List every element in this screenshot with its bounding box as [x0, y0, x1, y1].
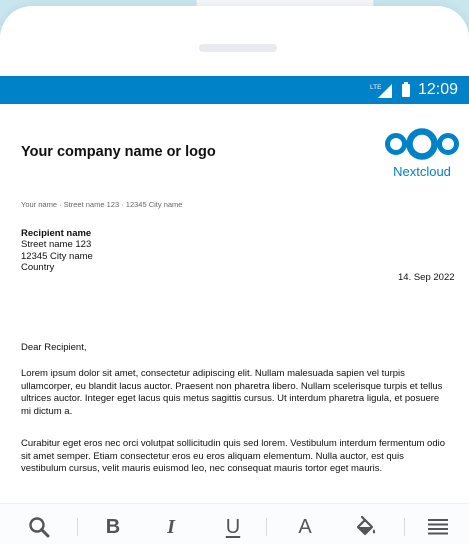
toolbar-separator: [77, 518, 78, 536]
nextcloud-logo-icon: [385, 128, 459, 160]
nextcloud-logo: Nextcloud: [376, 126, 468, 188]
italic-label: I: [167, 515, 175, 538]
clock: 12:09: [417, 81, 458, 98]
sender-line: Your name · Street name 123 · 12345 City…: [21, 200, 183, 209]
fill-color-icon: [356, 515, 376, 536]
search-icon: [29, 517, 50, 538]
font-color-label: A: [298, 515, 312, 538]
recipient-street: Street name 123: [21, 239, 92, 251]
logo-text: Nextcloud: [393, 164, 451, 179]
recipient-country: Country: [21, 261, 55, 273]
network-label: LTE: [370, 84, 382, 91]
body-paragraph: Lorem ipsum dolor sit amet, consectetur …: [21, 368, 443, 417]
font-color-button[interactable]: A: [290, 513, 320, 541]
status-indicators: LTE 12:09: [370, 76, 458, 104]
recipient-name: Recipient name: [21, 228, 92, 239]
toolbar-separator: [404, 518, 405, 536]
italic-button[interactable]: I: [156, 513, 186, 541]
fill-color-button[interactable]: [350, 513, 380, 541]
bold-button[interactable]: B: [98, 513, 128, 541]
signal-icon: LTE: [370, 82, 394, 98]
company-name: Your company name or logo: [21, 144, 216, 160]
format-toolbar: B I U A: [0, 503, 469, 544]
body-paragraph: Curabitur eget eros nec orci volutpat so…: [21, 438, 446, 475]
recipient-block: Recipient name Street name 123 12345 Cit…: [21, 228, 93, 273]
underline-label: U: [225, 515, 241, 538]
greeting: Dear Recipient,: [21, 342, 87, 353]
underline-button[interactable]: U: [218, 513, 248, 541]
battery-icon: [401, 81, 410, 97]
phone-frame: LTE 12:09 Your company name or logo Next…: [0, 6, 469, 544]
recipient-city: 12345 City name: [21, 250, 93, 262]
phone-speaker: [199, 44, 277, 52]
status-bar: LTE 12:09: [0, 76, 469, 104]
align-button[interactable]: [424, 513, 452, 541]
search-button[interactable]: [24, 513, 54, 541]
toolbar-separator: [266, 518, 267, 536]
align-justify-icon: [428, 519, 448, 535]
letter-date: 14. Sep 2022: [398, 272, 455, 283]
bold-label: B: [105, 515, 121, 538]
